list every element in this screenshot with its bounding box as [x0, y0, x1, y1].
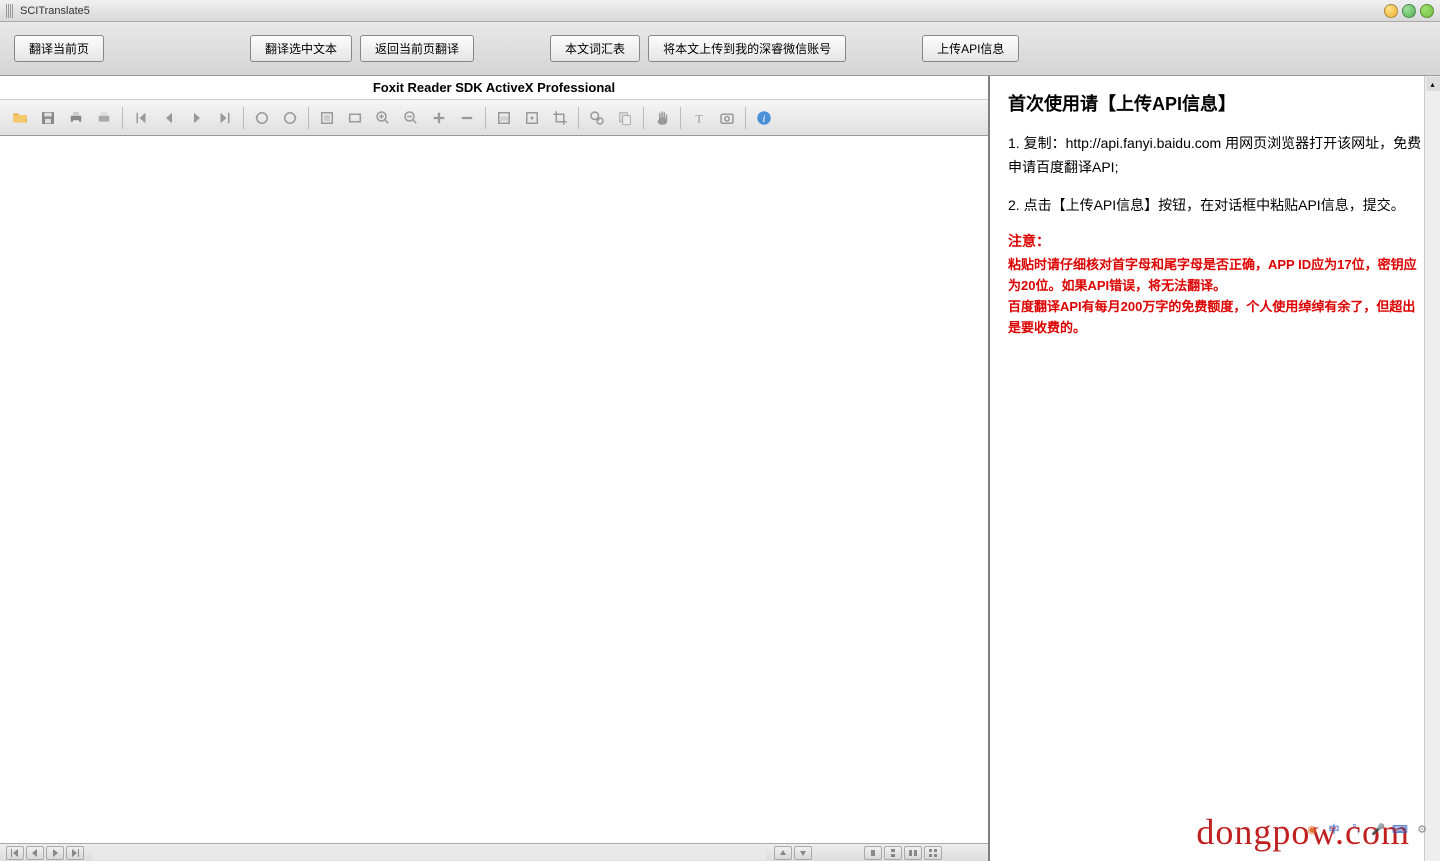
- nav-last-icon[interactable]: [66, 846, 84, 860]
- view-facing-icon[interactable]: [904, 846, 922, 860]
- rotate-left-icon[interactable]: [250, 106, 274, 130]
- system-tray: ◉ 中 °, 🎤 ⌨ ⚙: [1304, 821, 1430, 837]
- save-icon[interactable]: [36, 106, 60, 130]
- help-step-1: 1. 复制：http://api.fanyi.baidu.com 用网页浏览器打…: [1008, 132, 1422, 180]
- translate-selected-button[interactable]: 翻译选中文本: [250, 35, 352, 62]
- notice-title: 注意：: [1008, 231, 1422, 251]
- pdf-viewer-pane: Foxit Reader SDK ActiveX Professional 10…: [0, 76, 990, 861]
- hand-icon[interactable]: [650, 106, 674, 130]
- print-preview-icon[interactable]: [92, 106, 116, 130]
- scrollbar-track[interactable]: [92, 846, 766, 860]
- maximize-button[interactable]: [1402, 4, 1416, 18]
- svg-text:100: 100: [500, 116, 509, 122]
- right-scrollbar[interactable]: ▴: [1424, 76, 1440, 861]
- plus-icon[interactable]: [427, 106, 451, 130]
- vocabulary-button[interactable]: 本文词汇表: [550, 35, 640, 62]
- text-select-icon[interactable]: T: [687, 106, 711, 130]
- search-icon[interactable]: [585, 106, 609, 130]
- back-translate-button[interactable]: 返回当前页翻译: [360, 35, 474, 62]
- fit-page-icon[interactable]: [315, 106, 339, 130]
- tray-mic-icon[interactable]: 🎤: [1370, 821, 1386, 837]
- crop-icon[interactable]: [548, 106, 572, 130]
- nav-next-icon[interactable]: [46, 846, 64, 860]
- nav-first-icon[interactable]: [6, 846, 24, 860]
- scroll-up-icon[interactable]: ▴: [1426, 77, 1440, 91]
- svg-text:T: T: [695, 111, 703, 125]
- tray-shield-icon[interactable]: ◉: [1304, 821, 1320, 837]
- upload-wechat-button[interactable]: 将本文上传到我的深睿微信账号: [648, 35, 846, 62]
- notice-line-2: 百度翻译API有每月200万字的免费额度，个人使用绰绰有余了，但超出是要收费的。: [1008, 297, 1422, 339]
- help-pane: 首次使用请【上传API信息】 1. 复制：http://api.fanyi.ba…: [990, 76, 1440, 861]
- view-continuous-icon[interactable]: [884, 846, 902, 860]
- tray-ime-icon[interactable]: 中: [1326, 821, 1342, 837]
- svg-text:i: i: [763, 113, 766, 124]
- view-cont-facing-icon[interactable]: [924, 846, 942, 860]
- close-button[interactable]: [1420, 4, 1434, 18]
- scroll-down-icon[interactable]: [794, 846, 812, 860]
- notice-line-1: 粘贴时请仔细核对首字母和尾字母是否正确，APP ID应为17位，密钥应为20位。…: [1008, 255, 1422, 297]
- open-icon[interactable]: [8, 106, 32, 130]
- titlebar: SCITranslate5: [0, 0, 1440, 22]
- view-single-icon[interactable]: [864, 846, 882, 860]
- rotate-right-icon[interactable]: [278, 106, 302, 130]
- help-heading: 首次使用请【上传API信息】: [1008, 90, 1422, 116]
- copy-icon[interactable]: [613, 106, 637, 130]
- translate-current-button[interactable]: 翻译当前页: [14, 35, 104, 62]
- help-step-2: 2. 点击【上传API信息】按钮，在对话框中粘贴API信息，提交。: [1008, 194, 1422, 218]
- fit-width-icon[interactable]: [343, 106, 367, 130]
- window-controls: [1384, 4, 1434, 18]
- fit-visible-icon[interactable]: [520, 106, 544, 130]
- about-icon[interactable]: i: [752, 106, 776, 130]
- prev-page-icon[interactable]: [157, 106, 181, 130]
- nav-prev-icon[interactable]: [26, 846, 44, 860]
- tray-keyboard-icon[interactable]: ⌨: [1392, 821, 1408, 837]
- zoom-out-icon[interactable]: [399, 106, 423, 130]
- titlebar-grip-icon: [6, 4, 14, 18]
- minus-icon[interactable]: [455, 106, 479, 130]
- main-toolbar: 翻译当前页 翻译选中文本 返回当前页翻译 本文词汇表 将本文上传到我的深睿微信账…: [0, 22, 1440, 76]
- tray-punct-icon[interactable]: °,: [1348, 821, 1364, 837]
- first-page-icon[interactable]: [129, 106, 153, 130]
- print-icon[interactable]: [64, 106, 88, 130]
- window-title: SCITranslate5: [20, 5, 1384, 17]
- snapshot-icon[interactable]: [715, 106, 739, 130]
- pdf-content-area[interactable]: [0, 136, 988, 843]
- foxit-toolbar: 100 T i: [0, 100, 988, 136]
- foxit-title: Foxit Reader SDK ActiveX Professional: [0, 76, 988, 100]
- upload-api-button[interactable]: 上传API信息: [922, 35, 1019, 62]
- last-page-icon[interactable]: [213, 106, 237, 130]
- horizontal-scrollbar[interactable]: [0, 843, 988, 861]
- tray-settings-icon[interactable]: ⚙: [1414, 821, 1430, 837]
- next-page-icon[interactable]: [185, 106, 209, 130]
- scroll-up-icon[interactable]: [774, 846, 792, 860]
- zoom-in-icon[interactable]: [371, 106, 395, 130]
- actual-size-icon[interactable]: 100: [492, 106, 516, 130]
- minimize-button[interactable]: [1384, 4, 1398, 18]
- main-area: Foxit Reader SDK ActiveX Professional 10…: [0, 76, 1440, 861]
